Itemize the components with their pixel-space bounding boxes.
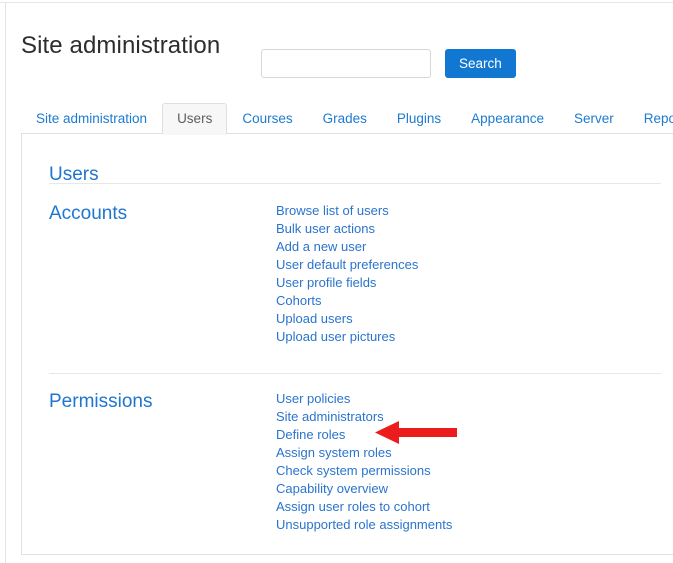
tab-plugins[interactable]: Plugins: [382, 103, 456, 134]
link-bulk-user-actions[interactable]: Bulk user actions: [276, 220, 418, 238]
tab-list: Site administration Users Courses Grades Plu…: [21, 103, 673, 135]
link-upload-users[interactable]: Upload users: [276, 310, 418, 328]
page-left-border: [5, 2, 6, 563]
link-capability-overview[interactable]: Capability overview: [276, 480, 452, 498]
section-heading: Permissions: [49, 391, 153, 412]
link-user-default-preferences[interactable]: User default preferences: [276, 256, 418, 274]
link-browse-list-of-users[interactable]: Browse list of users: [276, 202, 418, 220]
search-input[interactable]: [261, 49, 431, 78]
search-button[interactable]: Search: [445, 49, 516, 78]
admin-tabs: Site administration Users Courses Grades Plu…: [21, 103, 673, 135]
tab-appearance[interactable]: Appearance: [456, 103, 559, 134]
link-upload-user-pictures[interactable]: Upload user pictures: [276, 328, 418, 346]
tab-server[interactable]: Server: [559, 103, 629, 134]
tab-site-administration[interactable]: Site administration: [21, 103, 162, 134]
tab-reports[interactable]: Reports: [629, 103, 673, 134]
link-unsupported-role-assignments[interactable]: Unsupported role assignments: [276, 516, 452, 534]
content-panel: Users Accounts Browse list of users Bulk u…: [21, 134, 673, 555]
tab-courses[interactable]: Courses: [227, 103, 307, 134]
divider-middle: [49, 373, 661, 374]
link-add-a-new-user[interactable]: Add a new user: [276, 238, 418, 256]
link-user-profile-fields[interactable]: User profile fields: [276, 274, 418, 292]
tab-grades[interactable]: Grades: [308, 103, 382, 134]
section-link-list: Browse list of users Bulk user actions Add…: [276, 202, 418, 346]
tab-users[interactable]: Users: [162, 103, 228, 135]
site-administration-page: Site administration Search Site administ…: [0, 0, 673, 563]
link-user-policies[interactable]: User policies: [276, 390, 452, 408]
page-top-border: [0, 2, 673, 3]
link-site-administrators[interactable]: Site administrators: [276, 408, 452, 426]
link-assign-user-roles-to-cohort[interactable]: Assign user roles to cohort: [276, 498, 452, 516]
divider-top: [49, 183, 661, 184]
page-title: Site administration: [21, 32, 221, 60]
link-define-roles[interactable]: Define roles: [276, 426, 452, 444]
link-assign-system-roles[interactable]: Assign system roles: [276, 444, 452, 462]
link-cohorts[interactable]: Cohorts: [276, 292, 418, 310]
search-row: Search: [261, 49, 516, 78]
section-link-list: User policies Site administrators Define r…: [276, 390, 452, 534]
link-check-system-permissions[interactable]: Check system permissions: [276, 462, 452, 480]
section-heading: Accounts: [49, 203, 128, 224]
